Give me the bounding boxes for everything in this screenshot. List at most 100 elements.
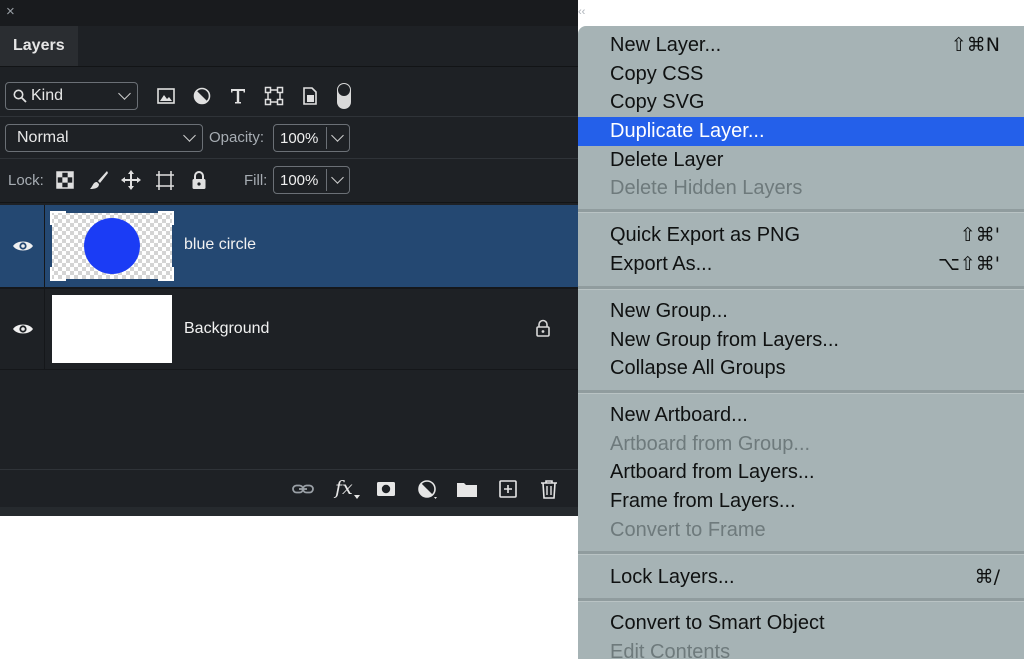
type-filter-icon[interactable] bbox=[226, 84, 250, 108]
visibility-eye-icon[interactable] bbox=[11, 238, 35, 254]
tab-layers-label: Layers bbox=[13, 37, 65, 54]
menu-item-label: Frame from Layers... bbox=[610, 490, 796, 512]
layer-name[interactable]: Background bbox=[184, 320, 269, 338]
menu-item-new-group-from-layers[interactable]: New Group from Layers... bbox=[578, 326, 1024, 355]
menu-item-shortcut: ⇧⌘' bbox=[959, 224, 1000, 246]
menu-item-copy-css[interactable]: Copy CSS bbox=[578, 60, 1024, 89]
menu-item-label: Export As... bbox=[610, 253, 713, 275]
layer-row-background[interactable]: Background bbox=[0, 289, 578, 369]
chevron-down-icon[interactable] bbox=[331, 171, 344, 184]
menu-item-label: New Layer... bbox=[610, 34, 722, 56]
menu-item-label: Lock Layers... bbox=[610, 566, 735, 588]
menu-item-label: Artboard from Group... bbox=[610, 433, 811, 455]
blend-mode-value: Normal bbox=[17, 129, 69, 146]
menu-separator bbox=[578, 209, 1024, 213]
tab-layers[interactable]: Layers bbox=[0, 26, 78, 66]
menu-item-label: New Group... bbox=[610, 300, 728, 322]
menu-item-collapse-all-groups[interactable]: Collapse All Groups bbox=[578, 354, 1024, 383]
menu-item-new-artboard[interactable]: New Artboard... bbox=[578, 401, 1024, 430]
close-icon[interactable]: × bbox=[6, 3, 15, 21]
divider bbox=[0, 202, 578, 203]
fill-label: Fill: bbox=[244, 172, 268, 189]
menu-item-lock-layers[interactable]: Lock Layers... ⌘/ bbox=[578, 563, 1024, 592]
fx-icon[interactable]: fx bbox=[335, 477, 353, 499]
new-layer-icon[interactable] bbox=[496, 477, 520, 501]
menu-item-label: Artboard from Layers... bbox=[610, 461, 815, 483]
opacity-field[interactable]: 100% bbox=[273, 124, 350, 152]
lock-image-pixels-icon[interactable] bbox=[87, 168, 111, 192]
kind-filter-dropdown[interactable]: Kind bbox=[5, 82, 138, 110]
fx-dropdown-arrow-icon bbox=[354, 495, 360, 499]
menu-item-artboard-from-group: Artboard from Group... bbox=[578, 430, 1024, 459]
smart-object-filter-icon[interactable] bbox=[298, 84, 322, 108]
menu-item-shortcut: ⌥⇧⌘' bbox=[937, 253, 1000, 275]
panel-resize-grip[interactable] bbox=[0, 507, 578, 516]
filter-toggle-icon[interactable] bbox=[332, 81, 356, 111]
lock-all-icon[interactable] bbox=[187, 168, 211, 192]
menu-item-edit-contents: Edit Contents bbox=[578, 638, 1024, 667]
chevron-down-icon[interactable] bbox=[331, 129, 344, 142]
layer-name[interactable]: blue circle bbox=[184, 236, 256, 254]
menu-item-new-group[interactable]: New Group... bbox=[578, 297, 1024, 326]
trash-icon[interactable] bbox=[537, 477, 561, 501]
divider bbox=[0, 158, 578, 159]
menu-item-label: Copy SVG bbox=[610, 91, 705, 113]
menu-item-label: Copy CSS bbox=[610, 63, 704, 85]
menu-item-label: Convert to Frame bbox=[610, 519, 766, 541]
layer-thumbnail[interactable] bbox=[52, 295, 172, 363]
menu-item-quick-export-png[interactable]: Quick Export as PNG ⇧⌘' bbox=[578, 221, 1024, 250]
menu-item-shortcut: ⇧⌘N bbox=[950, 34, 1000, 56]
menu-item-label: Duplicate Layer... bbox=[610, 120, 765, 142]
link-layers-icon[interactable] bbox=[291, 477, 315, 501]
menu-item-label: Collapse All Groups bbox=[610, 357, 786, 379]
menu-item-export-as[interactable]: Export As... ⌥⇧⌘' bbox=[578, 250, 1024, 279]
menu-item-delete-hidden-layers: Delete Hidden Layers bbox=[578, 174, 1024, 203]
menu-item-label: New Group from Layers... bbox=[610, 329, 839, 351]
layer-lock-icon[interactable] bbox=[533, 318, 553, 338]
menu-item-artboard-from-layers[interactable]: Artboard from Layers... bbox=[578, 458, 1024, 487]
blend-mode-dropdown[interactable]: Normal bbox=[5, 124, 203, 152]
menu-separator bbox=[578, 286, 1024, 290]
opacity-label: Opacity: bbox=[209, 129, 265, 146]
menu-separator bbox=[578, 598, 1024, 602]
menu-item-label: Convert to Smart Object bbox=[610, 612, 825, 634]
lock-position-icon[interactable] bbox=[119, 168, 143, 192]
opacity-value: 100% bbox=[280, 130, 319, 147]
chevron-down-icon bbox=[183, 129, 196, 142]
kind-filter-label: Kind bbox=[31, 87, 64, 104]
menu-item-shortcut: ⌘/ bbox=[974, 566, 1000, 588]
menu-item-frame-from-layers[interactable]: Frame from Layers... bbox=[578, 487, 1024, 516]
search-icon bbox=[13, 89, 27, 103]
fill-field[interactable]: 100% bbox=[273, 166, 350, 194]
lock-transparent-pixels-icon[interactable] bbox=[53, 168, 77, 192]
menu-item-label: Edit Contents bbox=[610, 641, 731, 663]
layers-context-menu: New Layer... ⇧⌘N Copy CSS Copy SVG Dupli… bbox=[578, 26, 1024, 663]
menu-item-convert-to-frame: Convert to Frame bbox=[578, 516, 1024, 545]
menu-item-convert-to-smart-object[interactable]: Convert to Smart Object bbox=[578, 609, 1024, 638]
menu-item-copy-svg[interactable]: Copy SVG bbox=[578, 88, 1024, 117]
lock-label: Lock: bbox=[8, 172, 44, 189]
layer-row-blue-circle[interactable]: blue circle bbox=[0, 205, 578, 287]
adjustment-layer-icon[interactable] bbox=[415, 477, 439, 501]
divider bbox=[44, 205, 45, 287]
layer-mask-icon[interactable] bbox=[374, 477, 398, 501]
tab-divider bbox=[0, 66, 578, 67]
divider bbox=[326, 169, 327, 191]
shape-filter-icon[interactable] bbox=[262, 84, 286, 108]
fill-value: 100% bbox=[280, 172, 319, 189]
menu-item-duplicate-layer[interactable]: Duplicate Layer... bbox=[578, 117, 1024, 146]
image-filter-icon[interactable] bbox=[154, 84, 178, 108]
lock-artboard-icon[interactable] bbox=[153, 168, 177, 192]
menu-item-delete-layer[interactable]: Delete Layer bbox=[578, 146, 1024, 175]
collapse-panel-icon[interactable]: ‹‹ bbox=[578, 6, 585, 18]
layer-thumbnail[interactable] bbox=[50, 211, 174, 281]
new-group-icon[interactable] bbox=[455, 477, 479, 501]
menu-item-label: New Artboard... bbox=[610, 404, 748, 426]
menu-item-label: Quick Export as PNG bbox=[610, 224, 801, 246]
adjustment-filter-icon[interactable] bbox=[190, 84, 214, 108]
menu-item-new-layer[interactable]: New Layer... ⇧⌘N bbox=[578, 31, 1024, 60]
menu-separator bbox=[578, 551, 1024, 555]
layers-panel: × ‹‹ Layers Kind Normal Opacity: 100% Lo… bbox=[0, 0, 585, 516]
divider bbox=[0, 369, 578, 370]
visibility-eye-icon[interactable] bbox=[11, 321, 35, 337]
